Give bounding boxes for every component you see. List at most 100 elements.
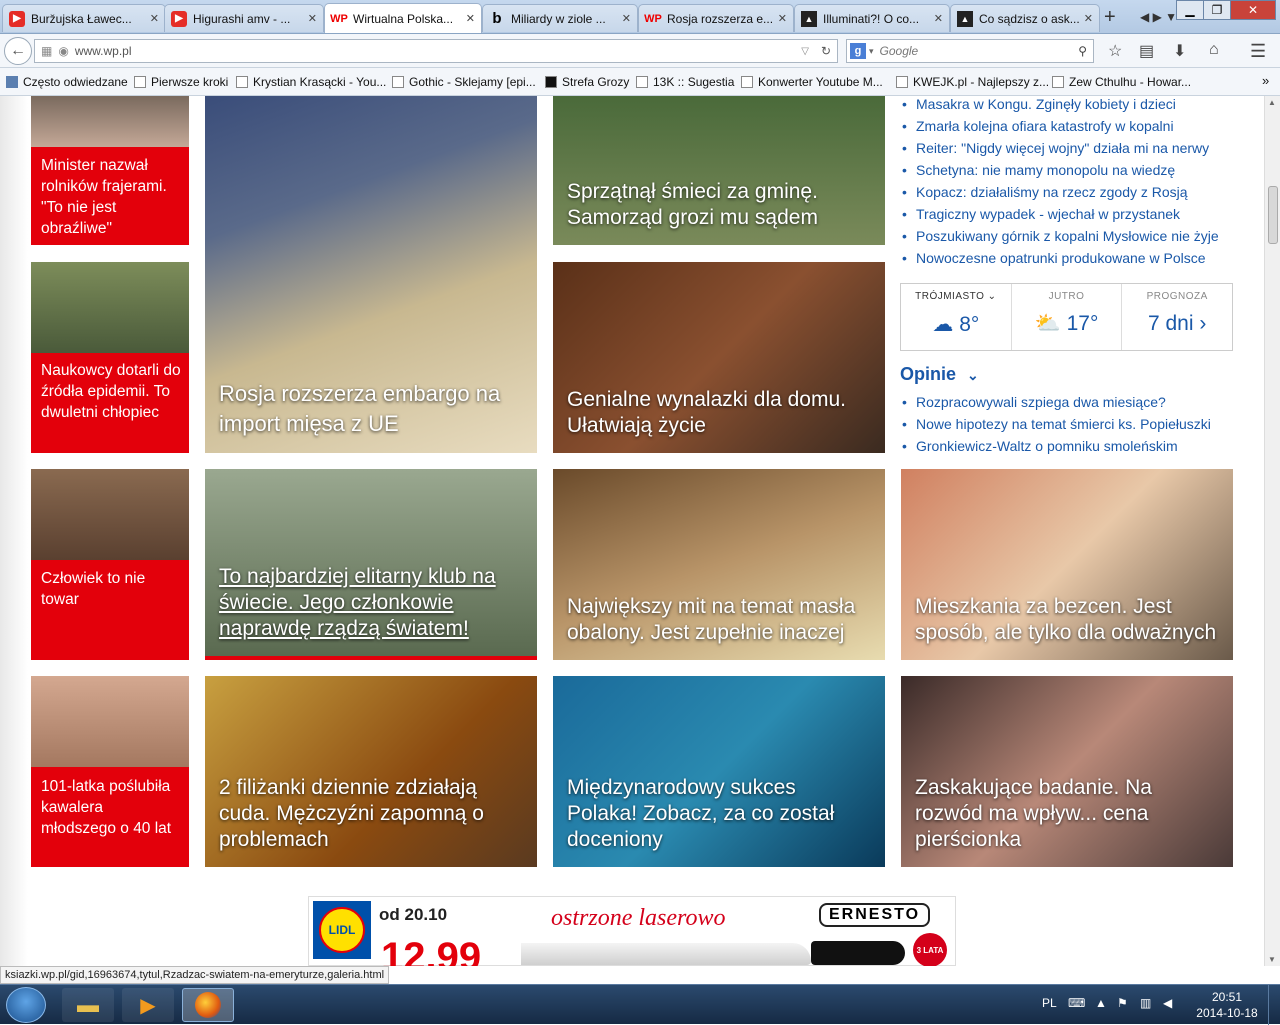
- close-icon[interactable]: ✕: [466, 12, 475, 25]
- google-icon[interactable]: g: [850, 43, 866, 59]
- weather-today[interactable]: TRÓJMIASTO ⌄ ☁ 8°: [901, 284, 1012, 350]
- ad-banner[interactable]: LIDL od 20.10 ostrzone laserowo ERNESTO …: [308, 896, 956, 966]
- maximize-button[interactable]: ❐: [1203, 0, 1231, 20]
- opinie-header[interactable]: Opinie ⌄: [900, 364, 979, 385]
- opinie-list: Rozpracowywali szpiega dwa miesiące? Now…: [900, 394, 1235, 460]
- url-bar[interactable]: ▦ ◉ www.wp.pl ▽ ↻: [34, 39, 838, 63]
- news-tile[interactable]: 2 filiżanki dziennie zdziałają cuda. Męż…: [205, 676, 537, 867]
- scroll-down-icon[interactable]: ▼: [1268, 955, 1276, 964]
- opinie-link[interactable]: Gronkiewicz-Waltz o pomniku smoleńskim: [900, 438, 1235, 460]
- tile-image: [31, 676, 189, 767]
- close-icon[interactable]: ✕: [934, 12, 943, 25]
- network-icon[interactable]: ▥: [1140, 996, 1156, 1012]
- bookmark-item[interactable]: Zew Cthulhu - Howar...: [1052, 75, 1191, 89]
- knife-blade: [521, 943, 811, 965]
- opinie-link[interactable]: Rozpracowywali szpiega dwa miesiące?: [900, 394, 1235, 416]
- news-tile[interactable]: 101-latka poślubiła kawalera młodszego o…: [31, 676, 189, 867]
- news-tile[interactable]: Genialne wynalazki dla domu. Ułatwiają ż…: [553, 262, 885, 453]
- search-bar[interactable]: g ▾ Google ⚲: [846, 39, 1094, 63]
- bookmark-item[interactable]: Krystian Krasącki - You...: [236, 75, 386, 89]
- language-indicator[interactable]: PL: [1042, 996, 1057, 1010]
- close-window-button[interactable]: ✕: [1230, 0, 1276, 20]
- news-link[interactable]: Zmarła kolejna ofiara katastrofy w kopal…: [900, 118, 1235, 140]
- news-tile[interactable]: Międzynarodowy sukces Polaka! Zobacz, za…: [553, 676, 885, 867]
- clock[interactable]: 20:51 2014-10-18: [1192, 989, 1262, 1021]
- tab-3[interactable]: b Miliardy w ziole ... ✕: [482, 4, 638, 32]
- news-link[interactable]: Nowoczesne opatrunki produkowane w Polsc…: [900, 250, 1235, 272]
- close-icon[interactable]: ✕: [778, 12, 787, 25]
- menu-icon[interactable]: ☰: [1250, 41, 1266, 62]
- news-tile[interactable]: Największy mit na temat masła obalony. J…: [553, 469, 885, 660]
- tab-4[interactable]: WP Rosja rozszerza e... ✕: [638, 4, 794, 32]
- tab-5[interactable]: ▲ Illuminati?! O co... ✕: [794, 4, 950, 32]
- tab-list-icon[interactable]: ◀ ▶ ▼: [1140, 10, 1177, 24]
- news-tile[interactable]: Rosja rozszerza embargo na import mięsa …: [205, 96, 537, 453]
- close-icon[interactable]: ✕: [150, 12, 159, 25]
- star-icon[interactable]: ☆: [1108, 41, 1122, 61]
- today-temp: 8°: [959, 313, 980, 336]
- minimize-button[interactable]: ▁: [1176, 0, 1204, 20]
- news-tile[interactable]: Zaskakujące badanie. Na rozwód ma wpływ.…: [901, 676, 1233, 867]
- close-icon[interactable]: ✕: [1084, 12, 1093, 25]
- search-icon[interactable]: ⚲: [1078, 44, 1087, 58]
- back-button[interactable]: ←: [4, 37, 32, 65]
- show-desktop-button[interactable]: [1268, 985, 1280, 1025]
- keyboard-icon[interactable]: ⌨: [1068, 996, 1085, 1012]
- bookmark-item[interactable]: Konwerter Youtube M...: [741, 75, 883, 89]
- tile-caption: Genialne wynalazki dla domu. Ułatwiają ż…: [567, 388, 846, 437]
- download-icon[interactable]: ⬇: [1173, 41, 1186, 61]
- news-tile[interactable]: Naukowcy dotarli do źródła epidemii. To …: [31, 262, 189, 453]
- tab-label: Miliardy w ziole ...: [511, 11, 606, 26]
- weather-forecast[interactable]: PROGNOZA 7 dni ›: [1122, 284, 1232, 350]
- start-button[interactable]: [6, 987, 46, 1023]
- scroll-up-icon[interactable]: ▲: [1268, 98, 1276, 107]
- news-tile[interactable]: To najbardziej elitarny klub na świecie.…: [205, 469, 537, 660]
- firefox-taskbar-button[interactable]: [182, 988, 234, 1022]
- news-link[interactable]: Schetyna: nie mamy monopolu na wiedzę: [900, 162, 1235, 184]
- bookmark-item[interactable]: Gothic - Sklejamy [epi...: [392, 75, 536, 89]
- chevron-down-icon[interactable]: ⌄: [988, 291, 997, 302]
- ad-brand: LIDL: [319, 907, 365, 953]
- news-link[interactable]: Reiter: "Nigdy więcej wojny" działa mi n…: [900, 140, 1235, 162]
- bookmark-item[interactable]: KWEJK.pl - Najlepszy z...: [896, 75, 1049, 89]
- tab-0[interactable]: ▶ Buržujska Ławec... ✕: [2, 4, 166, 32]
- media-player-taskbar-button[interactable]: ▶: [122, 988, 174, 1022]
- news-link[interactable]: Poszukiwany górnik z kopalni Mysłowice n…: [900, 228, 1235, 250]
- news-link[interactable]: Kopacz: działaliśmy na rzecz zgody z Ros…: [900, 184, 1235, 206]
- flag-icon[interactable]: ⚑: [1117, 996, 1133, 1012]
- bookmark-item[interactable]: Często odwiedzane: [6, 75, 128, 89]
- close-icon[interactable]: ✕: [622, 12, 631, 25]
- volume-icon[interactable]: ◀: [1163, 996, 1179, 1012]
- tab-1[interactable]: ▶ Higurashi amv - ... ✕: [164, 4, 324, 32]
- opinie-link[interactable]: Nowe hipotezy na temat śmierci ks. Popie…: [900, 416, 1235, 438]
- scrollbar-thumb[interactable]: [1268, 186, 1278, 244]
- tab-6[interactable]: ▲ Co sądzisz o ask... ✕: [950, 4, 1100, 32]
- tab-2[interactable]: WP Wirtualna Polska... ✕: [324, 3, 482, 33]
- bookmark-folder-icon: [6, 76, 18, 88]
- bookmark-item[interactable]: Strefa Grozy: [545, 75, 629, 89]
- news-tile[interactable]: Człowiek to nie towar: [31, 469, 189, 660]
- reload-icon[interactable]: ↻: [821, 44, 831, 58]
- reading-list-icon[interactable]: ▤: [1139, 41, 1154, 61]
- news-tile[interactable]: Minister nazwał rolników frajerami. "To …: [31, 96, 189, 245]
- page-icon: ▦: [41, 44, 53, 58]
- bookmark-item[interactable]: Pierwsze kroki: [134, 75, 228, 89]
- vertical-scrollbar[interactable]: ▲ ▼: [1264, 96, 1280, 966]
- new-tab-button[interactable]: +: [1104, 6, 1116, 29]
- more-bookmarks-icon[interactable]: »: [1262, 73, 1269, 88]
- chevron-down-icon[interactable]: ▾: [869, 46, 874, 57]
- ad-price: 12.99: [381, 935, 482, 966]
- explorer-taskbar-button[interactable]: ▬: [62, 988, 114, 1022]
- tray-arrow-icon[interactable]: ▲: [1095, 996, 1111, 1012]
- weather-tomorrow[interactable]: JUTRO ⛅ 17°: [1012, 284, 1123, 350]
- news-link[interactable]: Tragiczny wypadek - wjechał w przystanek: [900, 206, 1235, 228]
- home-icon[interactable]: ⌂: [1209, 41, 1219, 59]
- bookmark-label: 13K :: Sugestia: [653, 75, 735, 89]
- navigation-bar: ← ▦ ◉ www.wp.pl ▽ ↻ g ▾ Google ⚲ ☆ ▤ ⬇ ⌂…: [0, 34, 1280, 68]
- close-icon[interactable]: ✕: [308, 12, 317, 25]
- dropdown-icon[interactable]: ▽: [801, 46, 809, 57]
- news-tile[interactable]: Sprzątnął śmieci za gminę. Samorząd groz…: [553, 96, 885, 245]
- news-link[interactable]: Masakra w Kongu. Zginęły kobiety i dziec…: [900, 96, 1235, 118]
- news-tile[interactable]: Mieszkania za bezcen. Jest sposób, ale t…: [901, 469, 1233, 660]
- bookmark-item[interactable]: 13K :: Sugestia: [636, 75, 734, 89]
